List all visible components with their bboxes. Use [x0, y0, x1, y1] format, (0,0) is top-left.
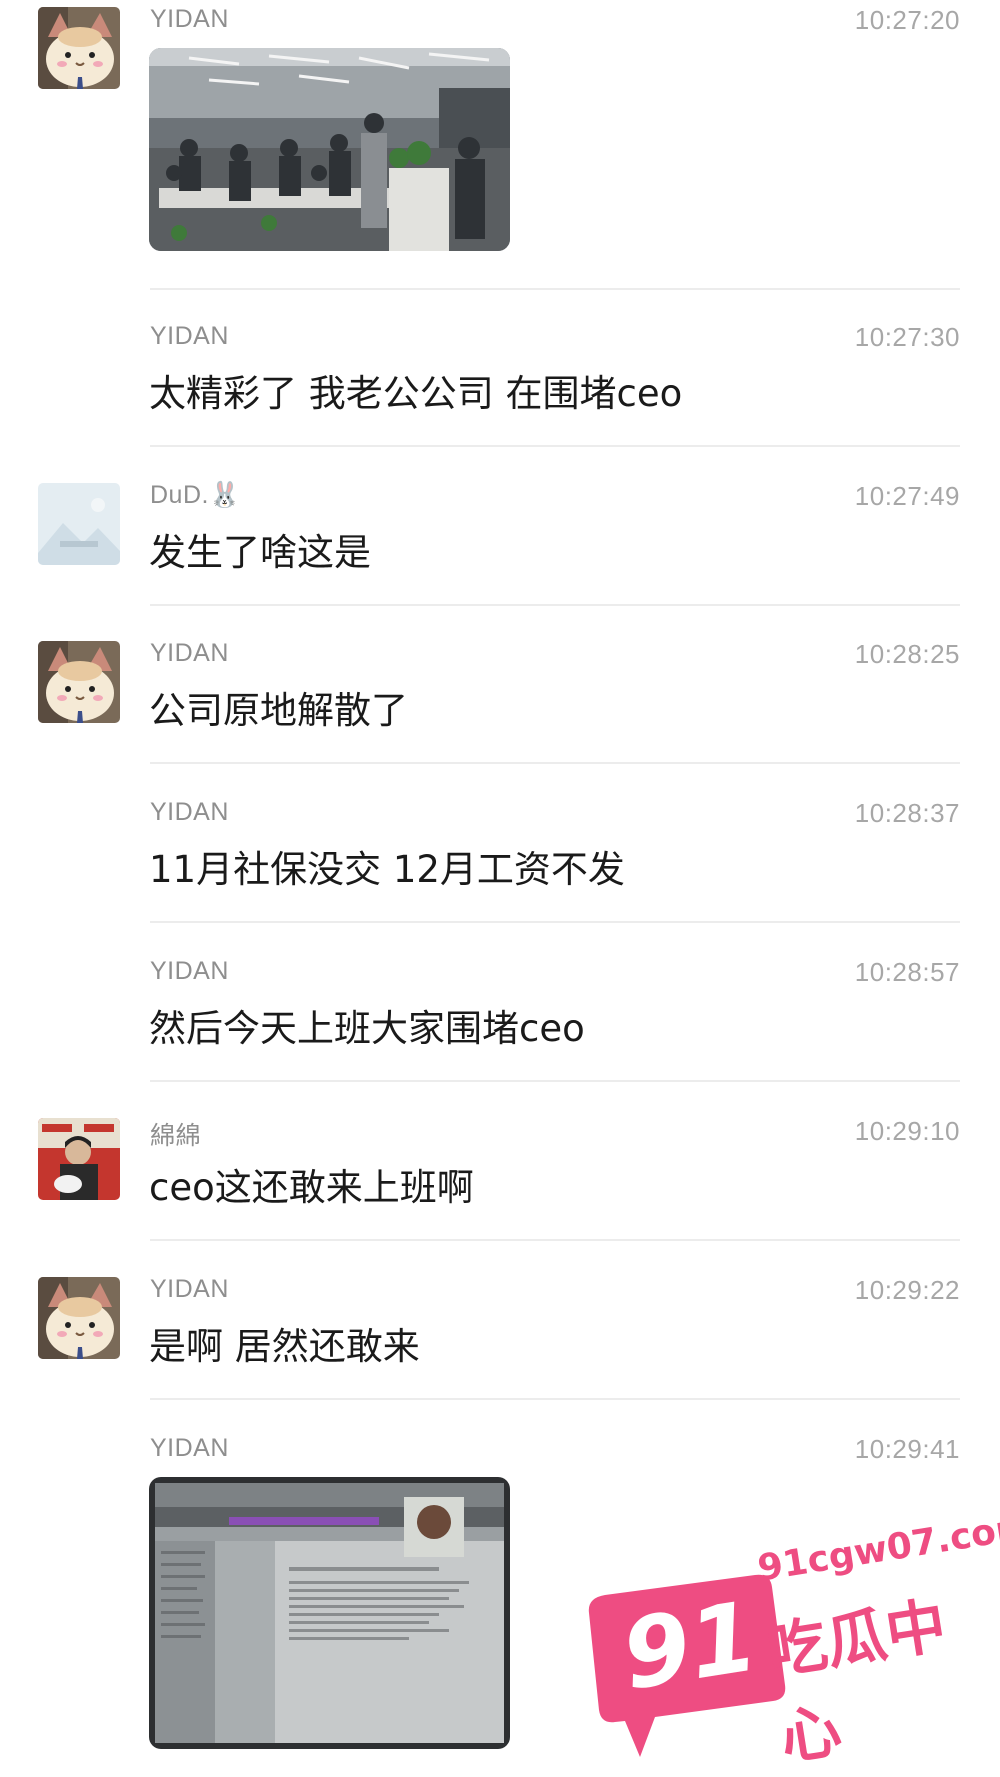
watermark-logo: 91 91cgw07.com 吃瓜中心	[585, 1506, 1000, 1774]
message-text: ceo这还敢来上班啊	[149, 1166, 474, 1209]
message-text: 公司原地解散了	[149, 689, 408, 732]
message-time: 10:27:30	[854, 322, 960, 352]
cartoon-cat-avatar-icon	[38, 1277, 120, 1359]
message-text: 发生了啥这是	[149, 531, 371, 574]
chat-message: 綿綿 10:29:10 ceo这还敢来上班啊	[0, 1111, 1000, 1241]
sender-name: YIDAN	[150, 798, 229, 826]
message-divider	[150, 288, 960, 290]
avatar[interactable]	[38, 1277, 120, 1359]
sender-name: YIDAN	[150, 5, 229, 33]
message-divider	[150, 1398, 960, 1400]
sender-name: YIDAN	[150, 1275, 229, 1303]
office-crowd-photo[interactable]	[149, 48, 510, 251]
message-divider	[150, 445, 960, 447]
watermark-number: 91	[615, 1580, 765, 1712]
sender-name: 綿綿	[150, 1122, 202, 1150]
message-text: 11月社保没交 12月工资不发	[149, 848, 625, 891]
laptop-screen-photo[interactable]	[149, 1477, 510, 1749]
chat-message: DuD.🐰 10:27:49 发生了啥这是	[0, 476, 1000, 606]
avatar[interactable]	[38, 483, 120, 565]
person-photo-avatar-icon	[38, 1118, 120, 1200]
watermark-name: 吃瓜中心	[762, 1590, 951, 1774]
chat-message: YIDAN 10:29:22 是啊 居然还敢来	[0, 1270, 1000, 1400]
cartoon-cat-avatar-icon	[38, 7, 120, 89]
message-divider	[150, 1239, 960, 1241]
message-time: 10:28:25	[854, 639, 960, 669]
message-divider	[150, 762, 960, 764]
message-divider	[150, 604, 960, 606]
message-divider	[150, 1080, 960, 1082]
message-time: 10:28:57	[854, 957, 960, 987]
chat-message: YIDAN 10:28:57 然后今天上班大家围堵ceo	[0, 952, 1000, 1082]
message-text: 太精彩了 我老公公司 在围堵ceo	[149, 372, 683, 415]
message-time: 10:28:37	[854, 798, 960, 828]
placeholder-image-avatar-icon	[38, 483, 120, 565]
message-text: 然后今天上班大家围堵ceo	[149, 1007, 585, 1050]
sender-name: YIDAN	[150, 322, 229, 350]
message-time: 10:29:22	[854, 1275, 960, 1305]
message-time: 10:27:49	[854, 481, 960, 511]
message-time: 10:29:10	[854, 1116, 960, 1146]
chat-message: YIDAN 10:28:25 公司原地解散了	[0, 634, 1000, 764]
sender-name: YIDAN	[150, 639, 229, 667]
sender-name: YIDAN	[150, 957, 229, 985]
message-time: 10:27:20	[854, 5, 960, 35]
message-text: 是啊 居然还敢来	[149, 1325, 420, 1368]
chat-message: YIDAN 10:28:37 11月社保没交 12月工资不发	[0, 793, 1000, 923]
message-divider	[150, 921, 960, 923]
sender-name: DuD.🐰	[150, 481, 241, 509]
sender-name: YIDAN	[150, 1434, 229, 1462]
chat-message: YIDAN 10:27:30 太精彩了 我老公公司 在围堵ceo	[0, 317, 1000, 447]
avatar[interactable]	[38, 1118, 120, 1200]
cartoon-cat-avatar-icon	[38, 641, 120, 723]
chat-message: YIDAN 10:27:20	[0, 0, 1000, 290]
avatar[interactable]	[38, 7, 120, 89]
avatar[interactable]	[38, 641, 120, 723]
message-time: 10:29:41	[854, 1434, 960, 1464]
